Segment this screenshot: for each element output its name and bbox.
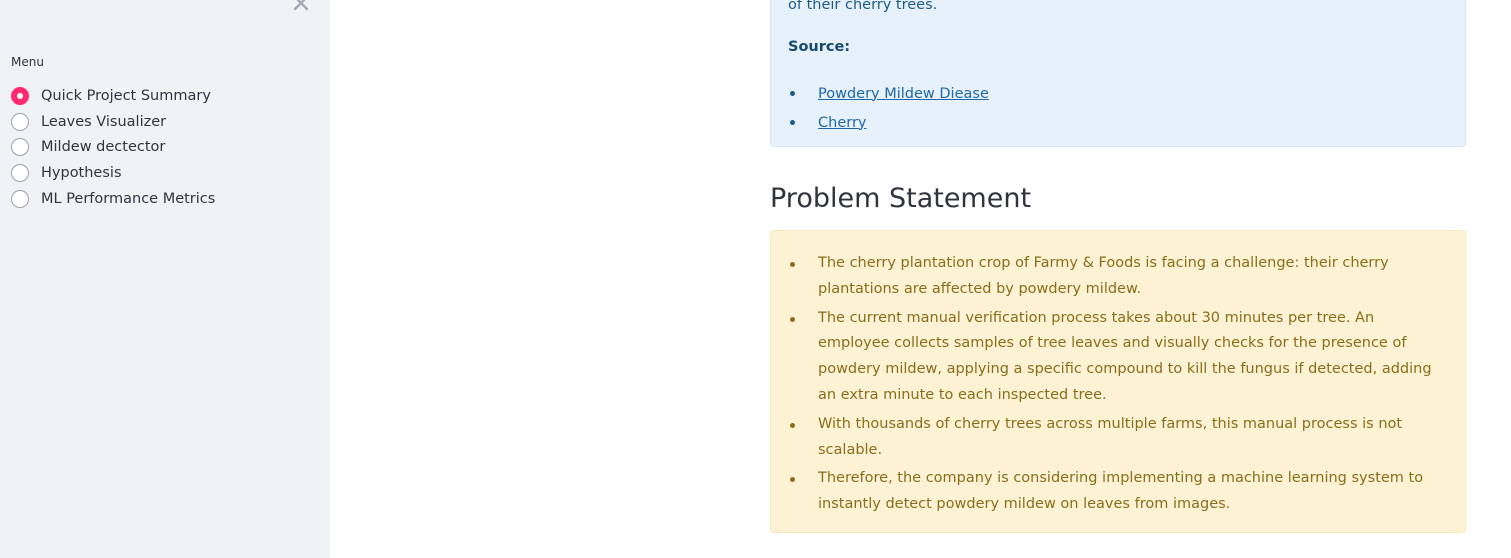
menu-label: Menu	[11, 55, 44, 69]
menu-option-label: Hypothesis	[41, 165, 122, 182]
list-item: The cherry plantation crop of Farmy & Fo…	[788, 251, 1448, 303]
menu-option-leaves-visualizer[interactable]: Leaves Visualizer	[11, 109, 215, 135]
source-list: Powdery Mildew Diease Cherry	[788, 79, 989, 137]
bullet-icon	[790, 422, 795, 428]
menu-option-ml-performance-metrics[interactable]: ML Performance Metrics	[11, 186, 215, 212]
menu-option-label: Leaves Visualizer	[41, 113, 167, 130]
menu-option-hypothesis[interactable]: Hypothesis	[11, 160, 215, 186]
list-item: Cherry	[788, 108, 989, 137]
list-item: With thousands of cherry trees across mu…	[788, 412, 1448, 464]
sidebar: Menu Quick Project Summary Leaves Visual…	[0, 0, 330, 558]
info-box: of their cherry trees. Source: Powdery M…	[770, 0, 1466, 147]
menu-option-label: Mildew dectector	[41, 139, 166, 156]
app: Menu Quick Project Summary Leaves Visual…	[0, 0, 1511, 558]
list-item: The current manual verification process …	[788, 306, 1448, 409]
problem-text: The cherry plantation crop of Farmy & Fo…	[818, 255, 1389, 297]
problem-text: With thousands of cherry trees across mu…	[818, 415, 1403, 458]
problem-text: Therefore, the company is considering im…	[818, 470, 1424, 513]
menu-option-mildew-detector[interactable]: Mildew dectector	[11, 135, 215, 161]
bullet-icon	[790, 477, 795, 483]
bullet-icon	[790, 262, 795, 267]
problem-list: The cherry plantation crop of Farmy & Fo…	[788, 251, 1448, 521]
problem-text: The current manual verification process …	[818, 309, 1432, 403]
list-item: Powdery Mildew Diease	[788, 79, 989, 108]
radio-unselected-icon[interactable]	[11, 112, 29, 131]
link-powdery-mildew[interactable]: Powdery Mildew Diease	[818, 86, 989, 102]
radio-unselected-icon[interactable]	[11, 164, 29, 183]
link-cherry[interactable]: Cherry	[818, 115, 866, 131]
bullet-icon	[790, 120, 795, 125]
close-icon[interactable]	[291, 0, 311, 13]
radio-selected-icon[interactable]	[11, 86, 29, 105]
bullet-icon	[790, 91, 795, 96]
radio-unselected-icon[interactable]	[11, 190, 29, 209]
menu-option-quick-project-summary[interactable]: Quick Project Summary	[11, 83, 215, 109]
menu-option-label: Quick Project Summary	[41, 87, 211, 104]
source-label: Source:	[788, 39, 851, 55]
warning-box: The cherry plantation crop of Farmy & Fo…	[770, 230, 1466, 533]
radio-unselected-icon[interactable]	[11, 138, 29, 157]
section-heading: Problem Statement	[770, 183, 1032, 214]
bullet-icon	[790, 316, 795, 322]
menu-option-label: ML Performance Metrics	[41, 191, 216, 208]
menu-radio-group: Quick Project Summary Leaves Visualizer …	[11, 83, 215, 212]
info-text: of their cherry trees.	[788, 0, 938, 13]
list-item: Therefore, the company is considering im…	[788, 466, 1448, 518]
